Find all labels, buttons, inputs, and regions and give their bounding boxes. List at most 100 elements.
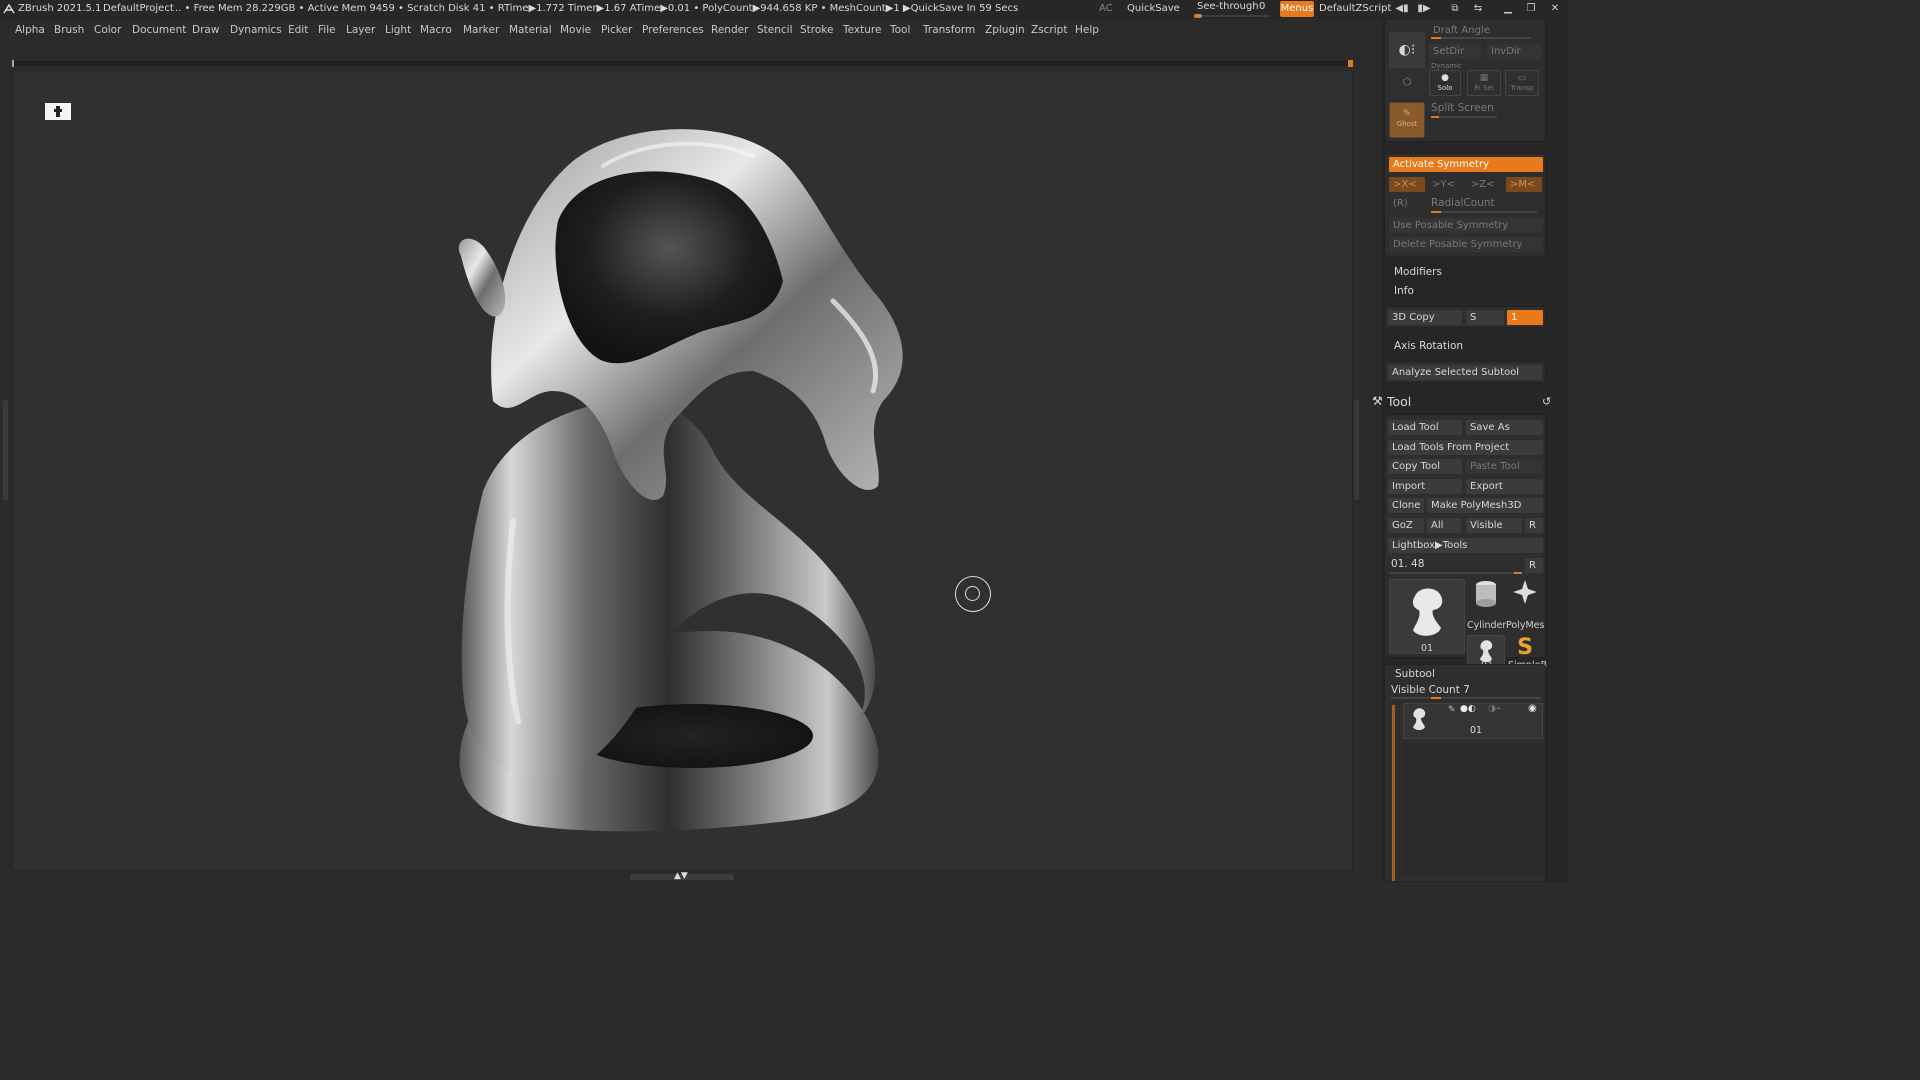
invdir-button[interactable]: InvDir [1487,44,1541,59]
load-tools-from-project-button[interactable]: Load Tools From Project [1388,440,1543,455]
radial-toggle[interactable]: (R) [1389,196,1419,211]
use-posable-symmetry-button[interactable]: Use Posable Symmetry [1389,218,1543,233]
z-symmetry-toggle[interactable]: >Z< [1467,177,1503,192]
menu-preferences[interactable]: Preferences [642,24,704,36]
menu-tool[interactable]: Tool [890,24,910,36]
export-button[interactable]: Export [1466,479,1543,494]
modifiers-subpalette[interactable]: Modifiers [1394,266,1442,278]
menu-stencil[interactable]: Stencil [757,24,793,36]
minimize-icon[interactable]: ▁ [1500,2,1516,16]
axis-rotation-subpalette[interactable]: Axis Rotation [1394,340,1463,352]
subtool-item[interactable]: ✎ ●◐ ◑⌁ ◉ 01 [1403,703,1543,739]
load-tool-button[interactable]: Load Tool [1388,420,1462,435]
menu-movie[interactable]: Movie [560,24,591,36]
copy-count-field[interactable]: 1 [1507,310,1543,325]
clone-button[interactable]: Clone [1388,498,1424,513]
draft-angle-track[interactable] [1431,37,1531,39]
see-through-slider[interactable] [1194,14,1270,18]
menu-alpha[interactable]: Alpha [15,24,45,36]
see-through-knob[interactable] [1194,14,1202,18]
title-bar: ZBrush 2021.5.1 DefaultProject .. • Free… [0,0,1568,19]
toggle-view-icon[interactable]: ◐⁝ [1389,32,1425,68]
split-screen-track[interactable] [1431,116,1497,118]
transp-button[interactable]: ▭ Transp [1505,70,1539,96]
scroll-right-icon[interactable]: ▮▶ [1416,2,1432,16]
tray-toggle-icon[interactable]: ▲▼ [674,871,688,881]
tool-thumb-cylinder[interactable] [1467,579,1505,617]
tool-slider-r-button[interactable]: R [1525,558,1543,573]
menu-transform[interactable]: Transform [923,24,975,36]
document-canvas[interactable] [12,70,1353,871]
ghost-button[interactable]: ✎ Ghost [1389,102,1425,138]
close-icon[interactable]: ✕ [1547,2,1563,16]
goz-all-button[interactable]: All [1427,518,1461,533]
tool-thumb-polymesh[interactable] [1506,579,1544,617]
analyze-selected-subtool-button[interactable]: Analyze Selected Subtool [1388,365,1542,380]
delete-posable-symmetry-button[interactable]: Delete Posable Symmetry [1389,237,1543,252]
menu-render[interactable]: Render [711,24,748,36]
subtool-options-icon[interactable]: ◑⌁ [1488,704,1501,714]
menu-document[interactable]: Document [132,24,186,36]
menu-brush[interactable]: Brush [54,24,84,36]
make-polymesh3d-button[interactable]: Make PolyMesh3D [1427,498,1543,513]
menu-stroke[interactable]: Stroke [800,24,833,36]
s-button[interactable]: S [1466,310,1504,325]
goz-button[interactable]: GoZ [1388,518,1424,533]
solo-button[interactable]: ● Solo [1429,70,1461,96]
polyframe-icon[interactable]: ⬡ [1389,68,1425,98]
palette-reset-icon[interactable]: ↺ [1542,395,1551,408]
info-subpalette[interactable]: Info [1394,285,1414,297]
menu-help[interactable]: Help [1075,24,1099,36]
tool-palette-title[interactable]: Tool [1387,394,1411,409]
subtool-visibility-eye-icon[interactable]: ◉ [1528,703,1537,714]
menu-edit[interactable]: Edit [288,24,308,36]
y-symmetry-toggle[interactable]: >Y< [1428,177,1464,192]
menu-color[interactable]: Color [94,24,121,36]
subtool-brush-icon[interactable]: ✎ [1448,705,1456,715]
subtool-toggle-icon[interactable]: ●◐ [1460,704,1476,714]
menu-dynamics[interactable]: Dynamics [230,24,282,36]
menu-draw[interactable]: Draw [192,24,219,36]
goz-r-button[interactable]: R [1525,518,1543,533]
setdir-button[interactable]: SetDir [1429,44,1481,59]
menu-marker[interactable]: Marker [463,24,499,36]
radial-count-slider[interactable] [1431,211,1537,213]
quicksave-button[interactable]: QuickSave [1127,3,1180,14]
save-as-button[interactable]: Save As [1466,420,1543,435]
visible-count-slider[interactable] [1391,697,1541,699]
frame-selected-button[interactable]: ▦ Fr Sel [1467,70,1501,96]
menu-zscript[interactable]: Zscript [1031,24,1067,36]
layout-icon[interactable]: ⧉ [1447,2,1463,16]
subtool-scrollbar[interactable] [1392,705,1395,881]
subtool-title[interactable]: Subtool [1395,668,1435,680]
tool-slider[interactable] [1390,572,1522,574]
activate-symmetry-button[interactable]: Activate Symmetry [1389,157,1543,172]
goz-visible-button[interactable]: Visible [1466,518,1522,533]
split-screen-label[interactable]: Split Screen [1431,102,1494,114]
menus-button[interactable]: Menus [1280,1,1314,17]
x-symmetry-toggle[interactable]: >X< [1389,177,1425,192]
m-symmetry-toggle[interactable]: >M< [1506,177,1542,192]
lightbox-tools-button[interactable]: Lightbox▶Tools [1388,538,1543,553]
menu-light[interactable]: Light [385,24,411,36]
copy-3d-button[interactable]: 3D Copy [1388,310,1462,325]
right-tray-handle[interactable] [1354,400,1359,500]
import-button[interactable]: Import [1388,479,1462,494]
copy-tool-button[interactable]: Copy Tool [1388,459,1462,474]
bottom-tray-handle[interactable]: ▲▼ [630,871,734,881]
menu-texture[interactable]: Texture [843,24,881,36]
menu-material[interactable]: Material [509,24,552,36]
ui-swap-icon[interactable]: ⇆ [1470,2,1486,16]
menu-layer[interactable]: Layer [346,24,375,36]
left-tray-handle[interactable] [3,400,8,500]
menu-zplugin[interactable]: Zplugin [985,24,1025,36]
menu-macro[interactable]: Macro [420,24,452,36]
sculpt-model[interactable] [13,71,1353,871]
menu-file[interactable]: File [318,24,336,36]
paste-tool-button[interactable]: Paste Tool [1466,459,1543,474]
default-zscript-button[interactable]: DefaultZScript [1319,3,1391,14]
draft-angle-slider[interactable]: Draft Angle [1429,23,1539,38]
scroll-left-icon[interactable]: ◀▮ [1394,2,1410,16]
menu-picker[interactable]: Picker [601,24,632,36]
restore-icon[interactable]: ❐ [1523,2,1539,16]
